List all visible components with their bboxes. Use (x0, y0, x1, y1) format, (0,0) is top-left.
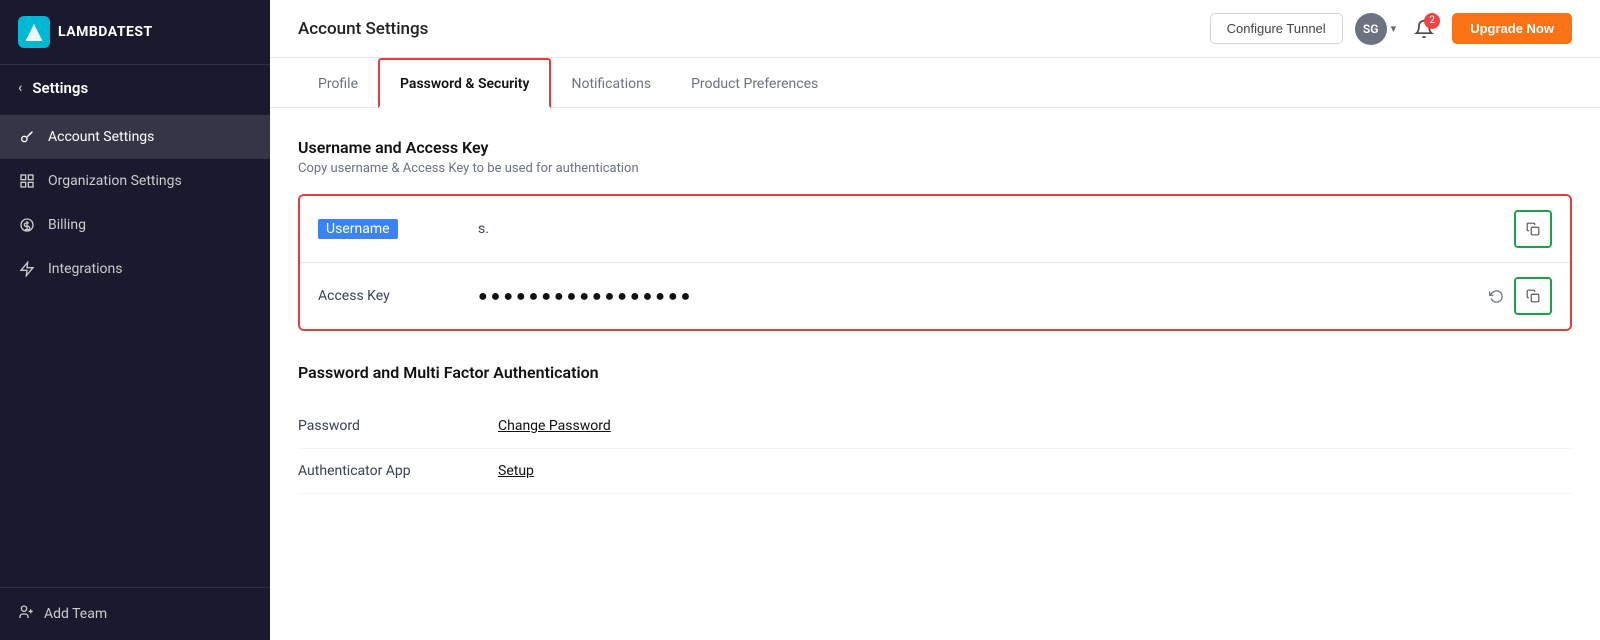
tabs-bar: Profile Password & Security Notification… (270, 58, 1600, 108)
user-avatar[interactable]: SG ▾ (1355, 13, 1397, 45)
sidebar-bottom: Add Team (0, 587, 270, 640)
tab-notifications[interactable]: Notifications (551, 60, 671, 108)
copy-buttons-wrapper (1514, 210, 1552, 248)
dollar-icon (18, 216, 36, 234)
copy-username-button[interactable] (1516, 212, 1550, 246)
change-password-link[interactable]: Change Password (498, 418, 611, 434)
configure-tunnel-button[interactable]: Configure Tunnel (1210, 13, 1343, 44)
copy-icon-2 (1526, 289, 1540, 303)
main-content: Account Settings Configure Tunnel SG ▾ 2… (270, 0, 1600, 640)
sidebar-item-account-settings[interactable]: Account Settings (0, 115, 270, 159)
key-icon (18, 128, 36, 146)
copy-icon (1526, 222, 1540, 236)
lambdatest-logo-icon (18, 16, 50, 48)
username-section-subtitle: Copy username & Access Key to be used fo… (298, 161, 1572, 176)
username-label-highlighted: Username (318, 219, 398, 239)
integrations-label: Integrations (48, 261, 122, 277)
refresh-icon (1489, 289, 1504, 304)
copy-access-key-wrapper (1514, 277, 1552, 315)
username-section-title: Username and Access Key (298, 138, 1572, 157)
sidebar: LAMBDATEST ‹ Settings Account Settings O… (0, 0, 270, 640)
page-title: Account Settings (298, 19, 428, 39)
password-row: Password Change Password (298, 404, 1572, 449)
authenticator-row: Authenticator App Setup (298, 449, 1572, 494)
password-section-title: Password and Multi Factor Authentication (298, 363, 1572, 382)
access-key-label: Access Key (318, 288, 478, 304)
access-key-row: Access Key ●●●●●●●●●●●●●●●●● (300, 263, 1570, 329)
credentials-box: Username s. Access Ke (298, 194, 1572, 331)
tab-product-preferences[interactable]: Product Preferences (671, 60, 838, 108)
password-label: Password (298, 418, 498, 434)
logo-text: LAMBDATEST (58, 24, 153, 40)
sidebar-item-billing[interactable]: Billing (0, 203, 270, 247)
back-arrow-icon: ‹ (18, 80, 22, 96)
upgrade-button[interactable]: Upgrade Now (1452, 13, 1572, 44)
header-right: Configure Tunnel SG ▾ 2 Upgrade Now (1210, 13, 1572, 45)
account-settings-label: Account Settings (48, 129, 154, 145)
tab-profile[interactable]: Profile (298, 60, 378, 108)
sidebar-item-organization-settings[interactable]: Organization Settings (0, 159, 270, 203)
chart-icon (18, 172, 36, 190)
add-team-icon (18, 604, 34, 624)
copy-access-key-button[interactable] (1516, 279, 1550, 313)
sidebar-nav: Account Settings Organization Settings B… (0, 111, 270, 587)
organization-settings-label: Organization Settings (48, 173, 182, 189)
sidebar-logo: LAMBDATEST (0, 0, 270, 65)
avatar-initials: SG (1355, 13, 1387, 45)
notification-button[interactable]: 2 (1408, 13, 1440, 45)
notification-badge: 2 (1424, 13, 1440, 29)
chevron-down-icon: ▾ (1391, 22, 1397, 35)
username-value: s. (478, 221, 1514, 237)
add-team-item[interactable]: Add Team (18, 604, 252, 624)
username-copy-actions (1514, 210, 1552, 248)
top-header: Account Settings Configure Tunnel SG ▾ 2… (270, 0, 1600, 58)
authenticator-label: Authenticator App (298, 463, 498, 479)
sidebar-item-integrations[interactable]: Integrations (0, 247, 270, 291)
refresh-access-key-button[interactable] (1482, 282, 1510, 310)
access-key-value: ●●●●●●●●●●●●●●●●● (478, 286, 1482, 306)
billing-label: Billing (48, 217, 86, 233)
content-area: Username and Access Key Copy username & … (270, 108, 1600, 640)
username-label: Username (318, 221, 478, 237)
rocket-icon (18, 260, 36, 278)
access-key-actions (1482, 277, 1552, 315)
settings-header[interactable]: ‹ Settings (0, 65, 270, 111)
add-team-label: Add Team (44, 606, 107, 622)
tab-password-security[interactable]: Password & Security (378, 58, 551, 108)
username-row: Username s. (300, 196, 1570, 263)
settings-label: Settings (32, 79, 88, 97)
setup-authenticator-link[interactable]: Setup (498, 463, 534, 479)
access-key-dots: ●●●●●●●●●●●●●●●●● (478, 286, 693, 306)
